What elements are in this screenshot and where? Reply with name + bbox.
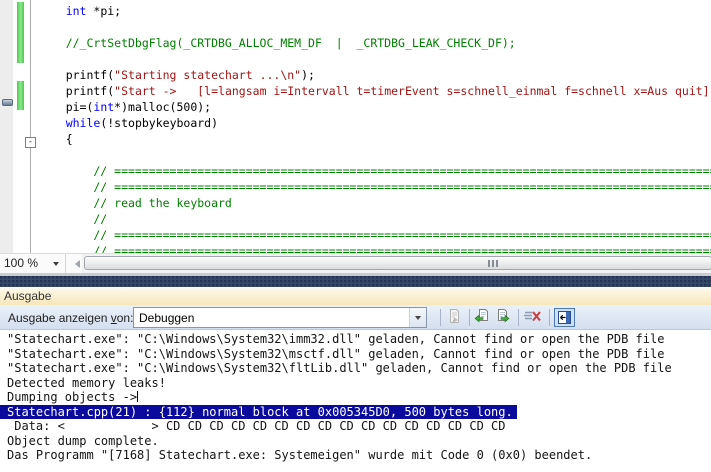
output-line[interactable]: Data: < > CD CD CD CD CD CD CD CD CD CD …: [7, 419, 711, 434]
output-line[interactable]: Object dump complete.: [7, 434, 711, 449]
output-line-highlighted[interactable]: Statechart.cpp(21) : {112} normal block …: [7, 405, 711, 420]
output-source-dropdown[interactable]: Debuggen: [133, 307, 427, 328]
chevron-down-icon: [53, 262, 59, 269]
output-toolbar: Ausgabe anzeigen von: Debuggen: [0, 305, 711, 330]
code-line: {: [38, 131, 711, 147]
collapse-region-button[interactable]: -: [25, 137, 36, 148]
horizontal-scrollbar[interactable]: [82, 254, 711, 273]
vs-ide-window: - int *pi; //_CrtSetDbgFlag(_CRTDBG_ALLO…: [0, 0, 711, 472]
change-tracking-bar: [17, 2, 24, 63]
code-line: [38, 19, 711, 35]
code-line: while(!stopbykeyboard): [38, 115, 711, 131]
output-line[interactable]: Das Programm "[7168] Statechart.exe: Sys…: [7, 448, 711, 463]
breakpoint-margin[interactable]: [0, 0, 13, 253]
output-panel-title: Ausgabe: [4, 289, 51, 303]
output-panel-header[interactable]: Ausgabe: [0, 287, 711, 305]
previous-message-button[interactable]: [474, 308, 492, 326]
scroll-left-arrow-icon[interactable]: [71, 260, 80, 268]
zoom-level-value: 100 %: [4, 256, 38, 270]
word-wrap-icon: [555, 309, 574, 326]
clear-all-button[interactable]: [523, 308, 545, 326]
code-line: // =====================================…: [38, 243, 711, 253]
output-line[interactable]: "Statechart.exe": "C:\Windows\System32\m…: [7, 347, 711, 362]
zoom-level-dropdown[interactable]: 100 %: [0, 254, 66, 273]
code-line: // read the keyboard: [38, 195, 711, 211]
code-line: printf("Starting statechart ...\n");: [38, 67, 711, 83]
output-source-value: Debuggen: [139, 311, 194, 325]
find-message-icon: [446, 308, 464, 324]
arrow-left-document-icon: [474, 308, 492, 324]
code-line: // =====================================…: [38, 179, 711, 195]
scrollbar-grip-icon: [488, 260, 499, 267]
outlining-guide-line: [30, 0, 31, 253]
clear-all-icon: [523, 308, 545, 324]
toggle-word-wrap-button[interactable]: [554, 308, 575, 327]
output-console[interactable]: "Statechart.exe": "C:\Windows\System32\i…: [0, 330, 711, 472]
output-line[interactable]: "Statechart.exe": "C:\Windows\System32\f…: [7, 361, 711, 376]
code-line: //_CrtSetDbgFlag(_CRTDBG_ALLOC_MEM_DF | …: [38, 35, 711, 51]
code-line: printf("Start -> [l=langsam i=Intervall …: [38, 83, 711, 99]
editor-scroll-row: 100 %: [0, 253, 711, 276]
code-line: // =====================================…: [38, 163, 711, 179]
code-editor[interactable]: - int *pi; //_CrtSetDbgFlag(_CRTDBG_ALLO…: [0, 0, 711, 253]
code-line: //: [38, 211, 711, 227]
chevron-down-icon[interactable]: [409, 308, 426, 327]
code-line: [38, 51, 711, 67]
toolbar-separator: [469, 309, 470, 326]
code-line: // =====================================…: [38, 227, 711, 243]
text-caret: [137, 391, 138, 402]
find-message-button[interactable]: [446, 308, 464, 326]
output-line[interactable]: Detected memory leaks!: [7, 376, 711, 391]
code-line: pi=(int*)malloc(500);: [38, 99, 711, 115]
code-line: int *pi;: [38, 3, 711, 19]
toolbar-separator: [549, 309, 550, 326]
toolbar-separator: [440, 309, 441, 326]
arrow-right-document-icon: [494, 308, 512, 324]
code-line: [38, 147, 711, 163]
change-tracking-bar: [17, 81, 24, 110]
output-line[interactable]: "Statechart.exe": "C:\Windows\System32\i…: [7, 332, 711, 347]
toolbar-separator: [518, 309, 519, 326]
scrollbar-thumb[interactable]: [84, 256, 711, 270]
output-line[interactable]: Dumping objects ->: [7, 390, 711, 405]
code-text[interactable]: int *pi; //_CrtSetDbgFlag(_CRTDBG_ALLOC_…: [38, 3, 711, 253]
show-output-from-label: Ausgabe anzeigen von:: [8, 311, 133, 325]
margin-dash-marker-icon: [2, 99, 13, 106]
panel-splitter[interactable]: [0, 276, 711, 287]
next-message-button[interactable]: [494, 308, 512, 326]
